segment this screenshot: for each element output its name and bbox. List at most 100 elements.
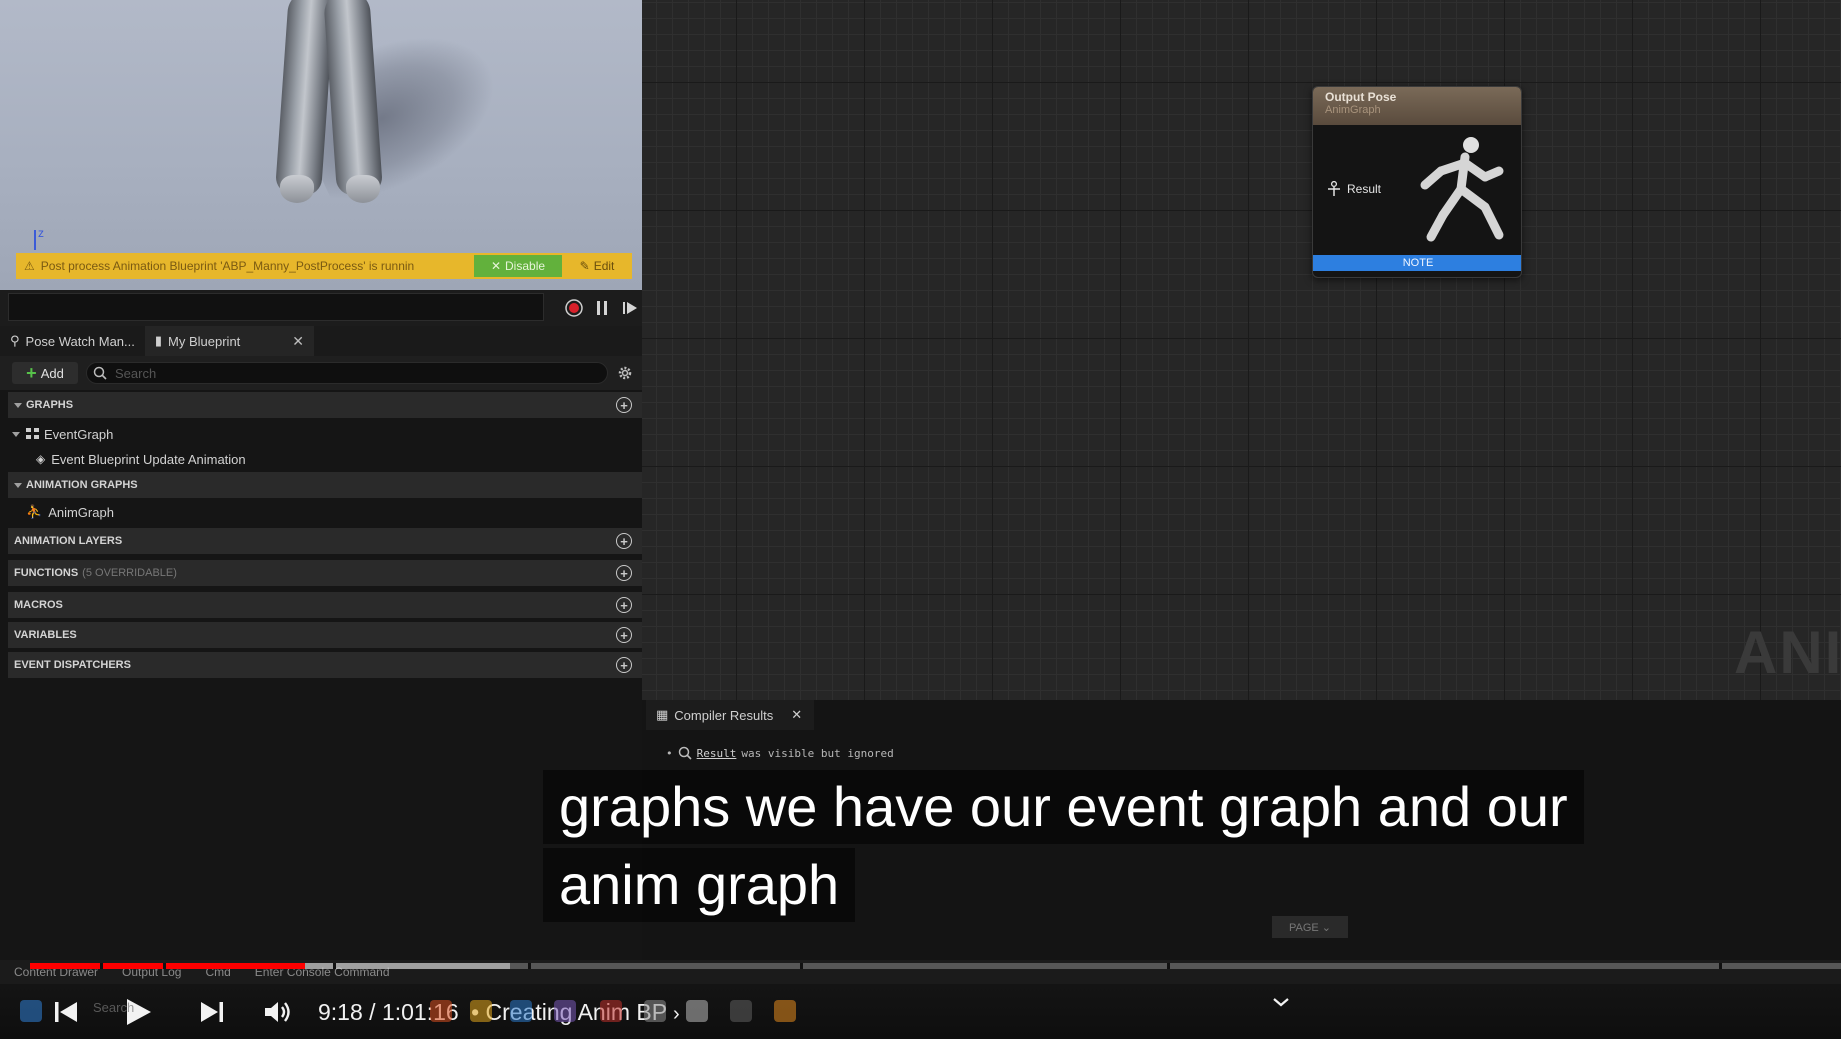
item-label: AnimGraph (48, 504, 114, 520)
panel-tabs: ⚲ Pose Watch Man... ▮ My Blueprint ✕ (0, 326, 642, 356)
video-progress-bar[interactable] (30, 963, 1841, 969)
taskbar-app-icon[interactable] (644, 1000, 666, 1022)
result-link[interactable]: Result (697, 747, 737, 760)
section-macros[interactable]: MACROS + (8, 592, 642, 618)
chapter-marker (800, 963, 803, 969)
expand-arrow-icon (14, 402, 22, 408)
warning-text: Post process Animation Blueprint 'ABP_Ma… (40, 259, 415, 273)
volume-icon[interactable] (262, 996, 294, 1028)
blueprint-toolbar: + Add (0, 356, 642, 390)
add-variable-icon[interactable]: + (616, 627, 632, 643)
graph-watermark: ANIM (1734, 619, 1841, 686)
tree-item-eventgraph[interactable]: EventGraph (8, 422, 642, 446)
previous-icon[interactable] (50, 996, 82, 1028)
chapter-marker (163, 963, 166, 969)
search-icon (93, 366, 107, 380)
warning-banner: ⚠ Post process Animation Blueprint 'ABP_… (16, 253, 632, 279)
output-pose-node[interactable]: Output Pose AnimGraph Result NOTE (1312, 86, 1522, 278)
add-function-icon[interactable]: + (616, 565, 632, 581)
next-icon[interactable] (196, 996, 228, 1028)
overridable-count: (5 OVERRIDABLE) (82, 567, 177, 579)
tab-label: Compiler Results (674, 707, 774, 723)
chevron-down-icon[interactable] (1268, 994, 1294, 1012)
section-label: FUNCTIONS (14, 567, 79, 579)
book-icon: ▮ (154, 333, 163, 348)
pause-icon[interactable] (592, 298, 612, 318)
add-macro-icon[interactable]: + (616, 597, 632, 613)
result-pin[interactable]: Result (1327, 181, 1381, 197)
section-label: EVENT DISPATCHERS (14, 659, 131, 671)
character-left-foot (280, 175, 314, 203)
recording-strip (0, 290, 642, 326)
player-controls: 9:18 / 1:01:16 • Creating Anim BP › Sear… (0, 984, 1841, 1039)
progress-played (30, 963, 305, 969)
page-button[interactable]: PAGE ⌄ (1272, 916, 1348, 938)
taskbar-app-icon[interactable] (730, 1000, 752, 1022)
section-functions[interactable]: FUNCTIONS (5 OVERRIDABLE) + (8, 560, 642, 586)
character-right-foot (346, 175, 380, 203)
chapter-marker (333, 963, 336, 969)
disable-label: Disable (505, 259, 546, 273)
node-subtitle: AnimGraph (1325, 104, 1381, 116)
chapter-chevron-icon[interactable]: › (673, 1003, 680, 1025)
axis-gizmo-icon (34, 230, 36, 250)
close-tab-icon[interactable]: ✕ (791, 707, 802, 723)
caption-line-1: graphs we have our event graph and our (543, 770, 1584, 844)
gear-icon[interactable] (616, 364, 634, 382)
running-mannequin-icon (1420, 137, 1504, 242)
node-header: Output Pose AnimGraph (1313, 87, 1521, 125)
pin-label: Result (1347, 182, 1382, 196)
tab-compiler-results[interactable]: ▦ Compiler Results ✕ (646, 700, 814, 730)
item-label: Event Blueprint Update Animation (51, 451, 246, 467)
pose-pin-icon (1328, 181, 1340, 196)
add-layer-icon[interactable]: + (616, 533, 632, 549)
taskbar-app-icon[interactable] (554, 1000, 576, 1022)
step-forward-icon[interactable] (620, 298, 640, 318)
recording-field[interactable] (8, 293, 544, 321)
add-button[interactable]: + Add (12, 362, 78, 384)
close-icon: ✕ (490, 259, 502, 273)
add-graph-icon[interactable]: + (616, 397, 632, 413)
search-box (86, 362, 608, 384)
tab-my-blueprint[interactable]: ▮ My Blueprint ✕ (144, 326, 315, 356)
section-label: VARIABLES (14, 629, 77, 641)
taskbar-edge-icon[interactable] (510, 1000, 532, 1022)
plus-icon: + (26, 363, 37, 383)
chapter-marker (1167, 963, 1170, 969)
axis-z-label: z (38, 226, 44, 240)
windows-start-icon[interactable] (20, 1000, 42, 1022)
current-time: 9:18 (318, 999, 363, 1025)
section-label: ANIMATION GRAPHS (26, 479, 138, 491)
section-graphs[interactable]: GRAPHS + (8, 392, 642, 418)
add-dispatcher-icon[interactable]: + (616, 657, 632, 673)
chapter-marker (528, 963, 531, 969)
section-label: MACROS (14, 599, 63, 611)
taskbar-vlc-icon[interactable] (774, 1000, 796, 1022)
taskbar-app-icon[interactable] (430, 1000, 452, 1022)
search-input[interactable] (115, 365, 595, 381)
record-icon[interactable] (564, 298, 584, 318)
disable-button[interactable]: ✕ Disable (474, 255, 562, 277)
tree-item-animgraph[interactable]: ⛹ AnimGraph (8, 500, 642, 524)
animation-viewport[interactable]: z ⚠ Post process Animation Blueprint 'AB… (0, 0, 642, 290)
expand-arrow-icon (12, 431, 20, 437)
expand-arrow-icon (14, 482, 22, 488)
edit-button[interactable]: ✎ Edit (562, 255, 632, 277)
section-label: GRAPHS (26, 399, 74, 411)
anim-graph-canvas[interactable]: Output Pose AnimGraph Result NOTE ANIM (642, 0, 1841, 700)
section-event-dispatchers[interactable]: EVENT DISPATCHERS + (8, 652, 642, 678)
bullet-icon: • (666, 746, 673, 760)
section-animation-layers[interactable]: ANIMATION LAYERS + (8, 528, 642, 554)
tab-pose-watch-manager[interactable]: ⚲ Pose Watch Man... (0, 326, 145, 356)
compiler-message: • Result was visible but ignored (666, 746, 894, 760)
section-variables[interactable]: VARIABLES + (8, 622, 642, 648)
taskbar-app-icon[interactable] (600, 1000, 622, 1022)
taskbar-search[interactable]: Search (93, 1000, 134, 1022)
tree-item-event-update-animation[interactable]: ◈ Event Blueprint Update Animation (8, 447, 642, 471)
close-tab-icon[interactable]: ✕ (292, 333, 304, 350)
section-animation-graphs[interactable]: ANIMATION GRAPHS (8, 472, 642, 498)
taskbar-folder-icon[interactable] (470, 1000, 492, 1022)
taskbar-unreal-icon[interactable] (686, 1000, 708, 1022)
item-label: EventGraph (44, 426, 114, 442)
edit-label: Edit (593, 259, 615, 273)
